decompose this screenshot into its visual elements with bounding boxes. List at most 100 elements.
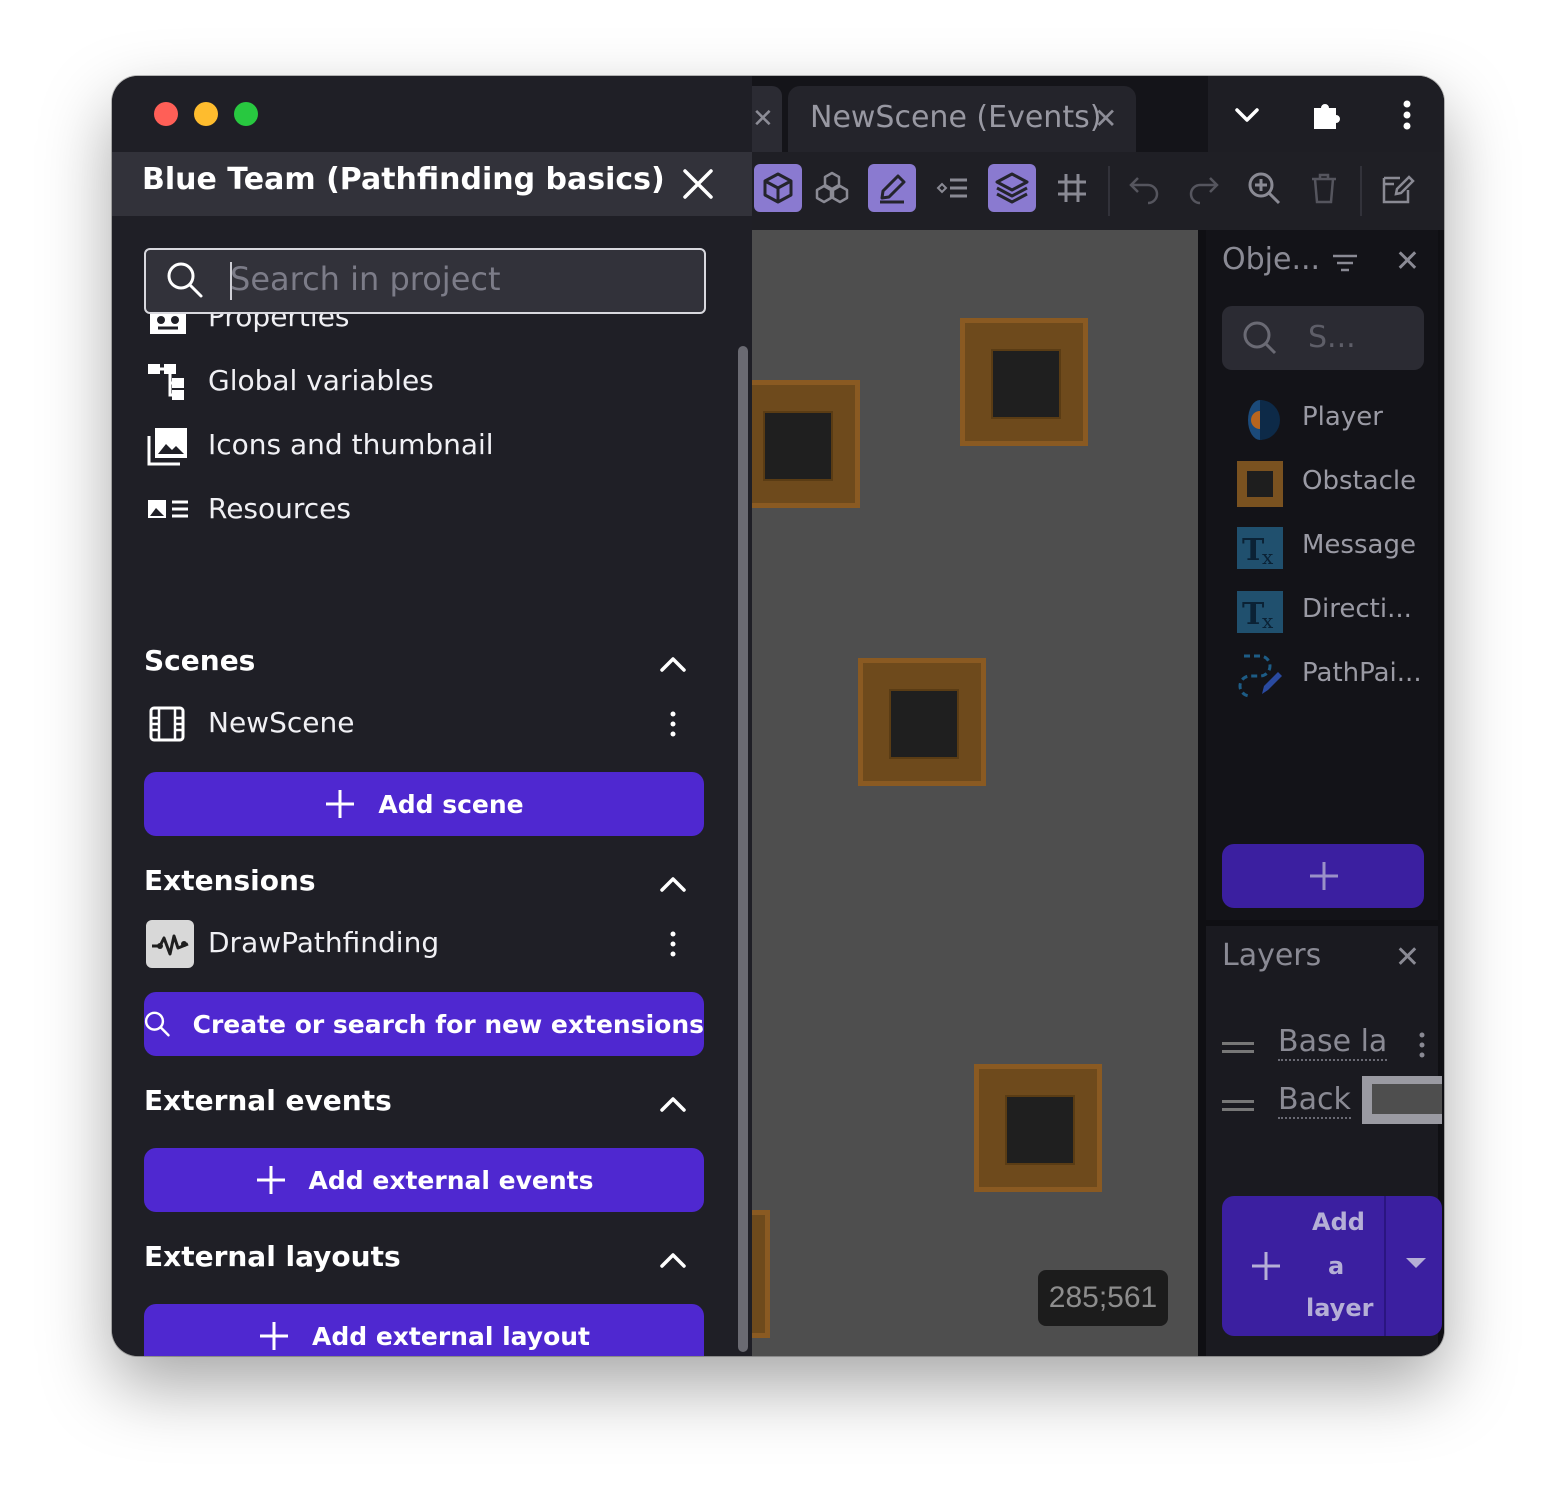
scene-canvas[interactable]: 285;561 xyxy=(642,230,1198,1356)
variables-tree-icon xyxy=(148,364,184,400)
instances-list-button[interactable] xyxy=(928,164,976,212)
object-name: Message xyxy=(1302,530,1416,560)
undo-button[interactable] xyxy=(1120,164,1168,212)
plus-icon xyxy=(256,1166,285,1194)
menu-item-icons-thumbnail[interactable]: Icons and thumbnail xyxy=(144,416,714,476)
layer-row[interactable]: Base la xyxy=(1206,1018,1438,1074)
obstacle-instance[interactable] xyxy=(858,658,986,786)
tab-newscene-events[interactable]: NewScene (Events) ✕ xyxy=(788,86,1136,152)
obstacle-instance[interactable] xyxy=(960,318,1088,446)
object-item-pathpainter[interactable]: PathPai... xyxy=(1222,646,1438,706)
properties-icon xyxy=(150,312,186,334)
search-extensions-button[interactable]: Create or search for new extensions xyxy=(144,992,704,1056)
more-vertical-icon[interactable] xyxy=(1418,1030,1426,1060)
svg-text:x: x xyxy=(1262,545,1274,569)
edit-scene-button[interactable] xyxy=(1374,164,1422,212)
more-vertical-icon[interactable] xyxy=(1388,96,1426,134)
section-heading: External layouts xyxy=(144,1240,401,1273)
close-icon[interactable]: ✕ xyxy=(1395,940,1420,975)
object-instance-toggle[interactable] xyxy=(754,164,802,212)
project-search-input[interactable]: Search in project xyxy=(144,248,706,314)
project-manager-list: Properties Global variables Icons and th… xyxy=(112,312,752,1356)
layer-color-swatch[interactable] xyxy=(1362,1076,1442,1124)
close-icon[interactable]: ✕ xyxy=(752,104,774,134)
obstacle-instance[interactable] xyxy=(974,1064,1102,1192)
tab-partial[interactable]: ✕ xyxy=(752,86,782,152)
menu-item-properties[interactable]: Properties xyxy=(144,312,714,348)
project-title: Blue Team (Pathfinding basics) xyxy=(142,162,665,197)
close-icon[interactable] xyxy=(678,164,718,204)
object-name: Player xyxy=(1302,402,1383,432)
layer-row[interactable]: Back xyxy=(1206,1076,1442,1132)
player-sprite-icon xyxy=(1248,400,1280,440)
search-icon xyxy=(1243,321,1277,355)
objects-search-input[interactable]: S... xyxy=(1222,306,1424,370)
extension-item-drawpathfinding[interactable]: DrawPathfinding xyxy=(144,914,714,974)
more-vertical-icon[interactable] xyxy=(670,706,676,742)
redo-button[interactable] xyxy=(1180,164,1228,212)
chevron-up-icon[interactable] xyxy=(656,648,690,682)
close-window-button[interactable] xyxy=(154,102,178,126)
chevron-up-icon[interactable] xyxy=(656,1088,690,1122)
chevron-up-icon[interactable] xyxy=(656,868,690,902)
app-window: ✕ NewScene (Events) ✕ 285;561 Obje... ✕ … xyxy=(112,76,1444,1356)
menu-item-global-variables[interactable]: Global variables xyxy=(144,352,714,412)
object-item-obstacle[interactable]: Obstacle xyxy=(1222,454,1438,514)
editor-tabs-bar: ✕ NewScene (Events) ✕ xyxy=(752,76,1444,152)
minimize-window-button[interactable] xyxy=(194,102,218,126)
extension-path-icon xyxy=(146,920,194,968)
drag-handle-icon[interactable] xyxy=(1222,1100,1254,1103)
drag-handle-icon[interactable] xyxy=(1222,1042,1254,1045)
filter-icon[interactable] xyxy=(1330,248,1360,278)
add-layer-label-line: layer xyxy=(1306,1294,1374,1322)
menu-item-label: Icons and thumbnail xyxy=(208,428,494,461)
list-icon xyxy=(936,178,967,198)
cubes-icon xyxy=(815,171,849,204)
split-divider xyxy=(1384,1196,1386,1336)
puzzle-extension-icon[interactable] xyxy=(1308,96,1346,134)
add-scene-button[interactable]: Add scene xyxy=(144,772,704,836)
delete-button[interactable] xyxy=(1300,164,1348,212)
section-external-events[interactable]: External events xyxy=(144,1078,714,1128)
add-layer-label-line: a xyxy=(1328,1252,1345,1280)
section-scenes[interactable]: Scenes xyxy=(144,638,714,688)
layers-panel-title: Layers xyxy=(1222,938,1322,973)
layer-name[interactable]: Base la xyxy=(1278,1024,1388,1061)
chevron-up-icon[interactable] xyxy=(656,1244,690,1278)
scene-item-newscene[interactable]: NewScene xyxy=(144,694,714,754)
object-item-direction[interactable]: T x Directi... xyxy=(1222,582,1438,642)
menu-item-resources[interactable]: Resources xyxy=(144,480,714,540)
drawer-header: Blue Team (Pathfinding basics) xyxy=(112,152,752,216)
close-icon[interactable]: ✕ xyxy=(1395,244,1420,279)
add-external-events-label: Add external events xyxy=(308,1165,594,1195)
pencil-icon xyxy=(880,174,906,204)
scene-toolbar xyxy=(752,152,1444,230)
grid-button[interactable] xyxy=(1048,164,1096,212)
add-layer-button[interactable]: Add a layer xyxy=(1222,1196,1442,1336)
drawer-scrollbar[interactable] xyxy=(738,346,748,1352)
edit-window-icon xyxy=(1382,175,1415,204)
zoom-button[interactable] xyxy=(1240,164,1288,212)
path-painter-icon xyxy=(1238,654,1282,698)
project-manager-drawer: Blue Team (Pathfinding basics) Propertie… xyxy=(112,76,752,1356)
layers-toggle[interactable] xyxy=(988,164,1036,212)
object-item-player[interactable]: Player xyxy=(1222,390,1438,450)
add-external-events-button[interactable]: Add external events xyxy=(144,1148,704,1212)
toolbar-divider xyxy=(1360,166,1362,216)
properties-edit-toggle[interactable] xyxy=(868,164,916,212)
close-tab-icon[interactable]: ✕ xyxy=(1094,102,1117,135)
objects-groups-button[interactable] xyxy=(808,164,856,212)
caret-down-icon[interactable] xyxy=(1404,1256,1428,1272)
object-item-message[interactable]: T x Message xyxy=(1222,518,1438,578)
text-object-icon: T x xyxy=(1237,591,1283,633)
section-extensions[interactable]: Extensions xyxy=(144,858,714,908)
add-object-button[interactable] xyxy=(1222,844,1424,908)
chevron-down-icon[interactable] xyxy=(1228,96,1266,134)
more-vertical-icon[interactable] xyxy=(670,926,676,962)
add-external-layout-button[interactable]: Add external layout xyxy=(144,1304,704,1356)
redo-icon xyxy=(1189,177,1219,205)
section-external-layouts[interactable]: External layouts xyxy=(144,1234,714,1284)
maximize-window-button[interactable] xyxy=(234,102,258,126)
scene-name: NewScene xyxy=(208,706,355,739)
layer-name[interactable]: Back xyxy=(1278,1082,1351,1119)
